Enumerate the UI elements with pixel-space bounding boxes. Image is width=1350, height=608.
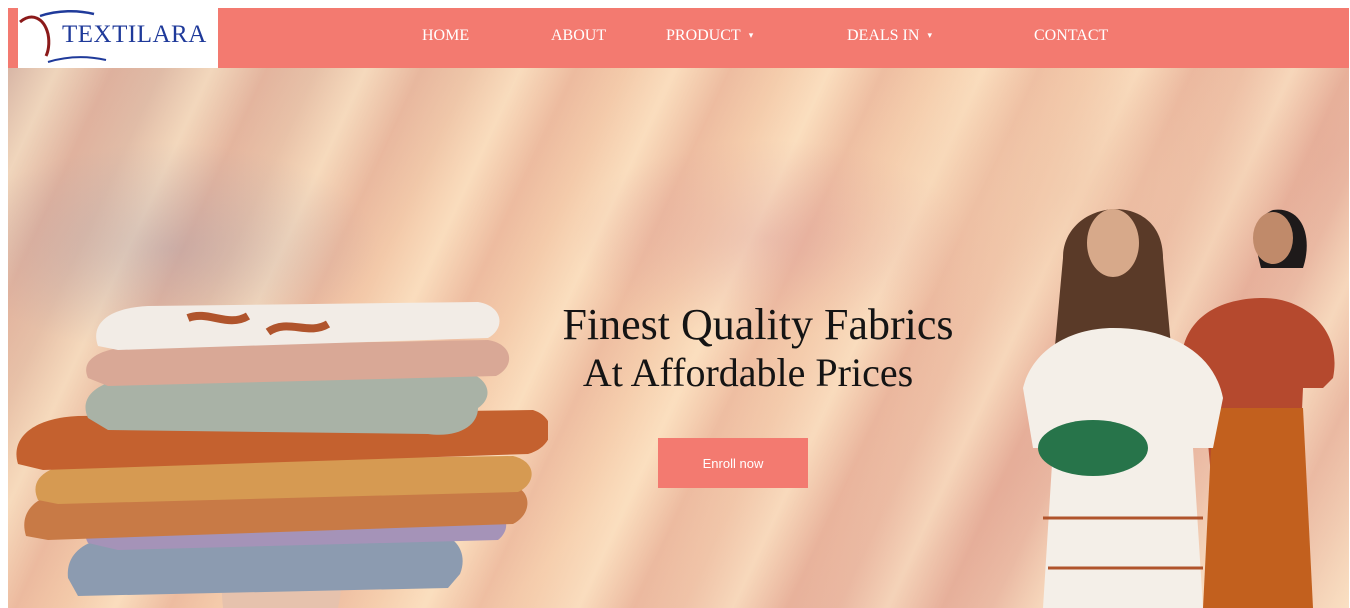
chevron-down-icon: ▾ (927, 30, 932, 40)
nav-product[interactable]: PRODUCT ▾ (666, 27, 753, 45)
nav-about-label: ABOUT (551, 27, 607, 44)
hero-banner: Finest Quality Fabrics At Affordable Pri… (8, 68, 1349, 608)
nav-home-label: HOME (422, 27, 470, 44)
nav-about[interactable]: ABOUT (551, 27, 606, 45)
nav-contact-label: CONTACT (1034, 27, 1109, 44)
fashion-models-image (1023, 209, 1335, 608)
hero-headline: Finest Quality Fabrics At Affordable Pri… (428, 300, 1088, 396)
nav-deals-in-label: DEALS IN (847, 27, 920, 44)
nav-home[interactable]: HOME (422, 27, 469, 45)
nav-contact[interactable]: CONTACT (1034, 27, 1108, 45)
chevron-down-icon: ▾ (748, 30, 754, 40)
headline-line-1: Finest Quality Fabrics (562, 300, 954, 349)
enroll-now-button[interactable]: Enroll now (658, 438, 808, 488)
nav-product-label: PRODUCT (666, 27, 741, 44)
nav-deals-in[interactable]: DEALS IN ▾ (847, 27, 932, 45)
brand-logo[interactable]: TEXTILARA (18, 8, 218, 68)
brand-name: TEXTILARA (62, 21, 207, 48)
top-navbar: TEXTILARA HOME ABOUT PRODUCT ▾ DEALS IN ▾ … (8, 8, 1349, 68)
headline-line-2: At Affordable Prices (582, 350, 914, 395)
